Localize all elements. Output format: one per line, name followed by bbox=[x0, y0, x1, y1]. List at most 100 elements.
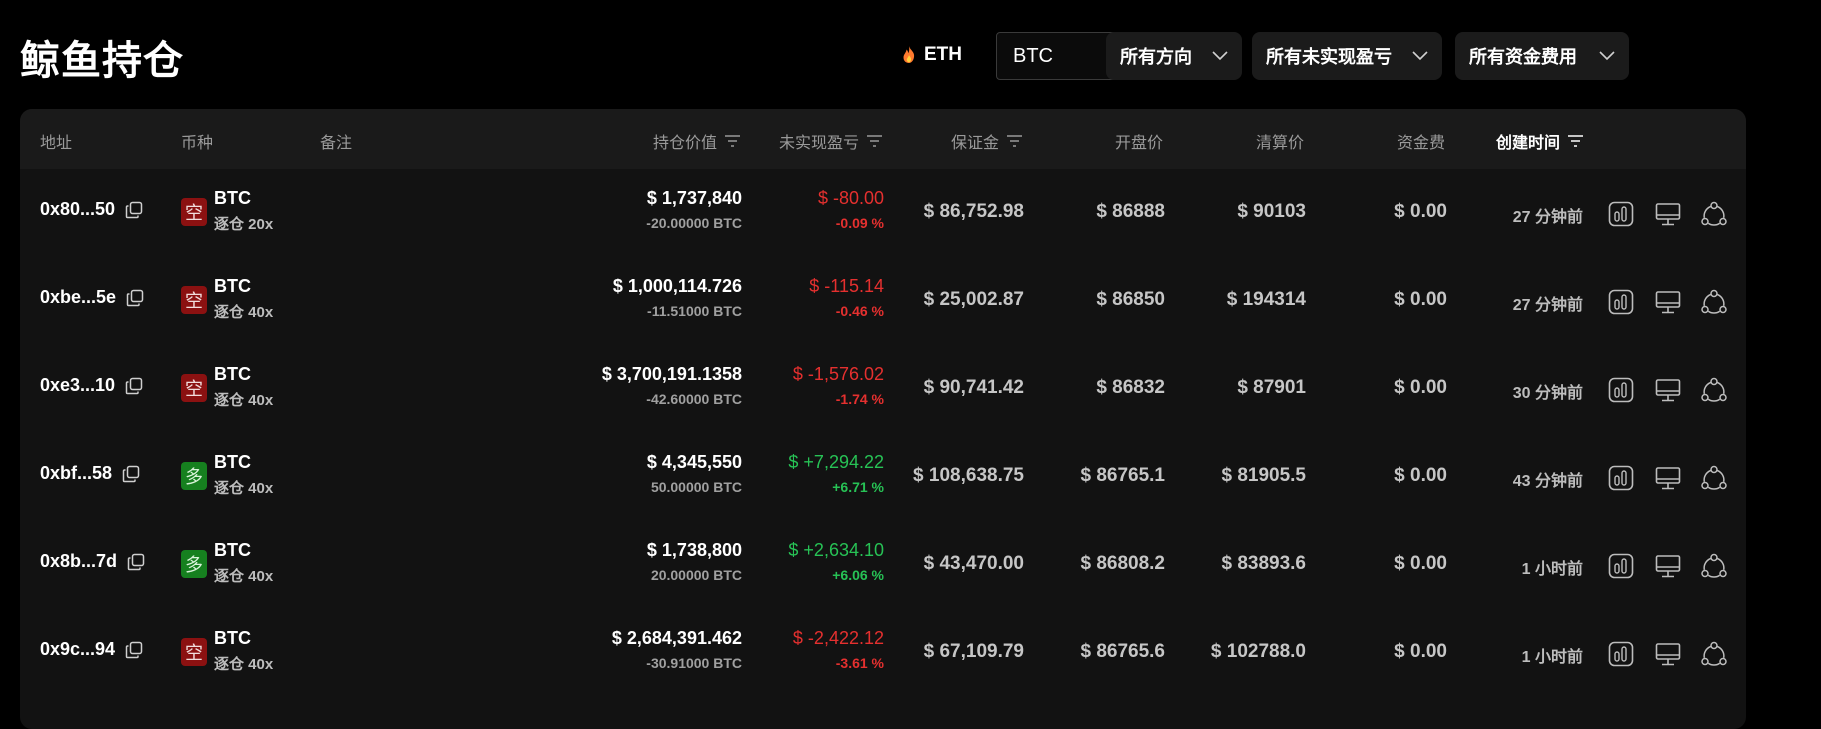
leverage-text: 逐仓 40x bbox=[214, 480, 274, 497]
share-icon[interactable] bbox=[1701, 553, 1727, 579]
pnl-filter-label: 所有未实现盈亏 bbox=[1266, 47, 1392, 67]
unrealized-pnl: $ +7,294.22 bbox=[788, 452, 884, 472]
monitor-icon[interactable] bbox=[1655, 641, 1681, 667]
monitor-icon[interactable] bbox=[1655, 465, 1681, 491]
leverage-text: 逐仓 40x bbox=[214, 656, 274, 673]
table-row[interactable]: 0x9c...94 空 BTC 逐仓 40x $ 2,684,391.462 -30.91… bbox=[20, 609, 1746, 697]
col-coin: 币种 bbox=[181, 135, 214, 152]
side-badge: 空 bbox=[181, 286, 207, 314]
chart-icon[interactable] bbox=[1608, 465, 1634, 491]
open-price: $ 86765.1 bbox=[1080, 465, 1165, 486]
col-created[interactable]: 创建时间 bbox=[1496, 129, 1584, 153]
address-cell[interactable]: 0x8b...7d bbox=[40, 551, 145, 572]
table-row[interactable]: 0xbf...58 多 BTC 逐仓 40x $ 4,345,550 50.00000 B… bbox=[20, 433, 1746, 521]
side-badge: 空 bbox=[181, 198, 207, 226]
created-time: 1 小时前 bbox=[1521, 561, 1583, 578]
chart-icon[interactable] bbox=[1608, 553, 1634, 579]
table-row[interactable]: 0x80...50 空 BTC 逐仓 20x $ 1,737,840 -20.00000 … bbox=[20, 169, 1746, 257]
pnl-filter[interactable]: 所有未实现盈亏 bbox=[1252, 32, 1442, 80]
col-unrealized-pnl[interactable]: 未实现盈亏 bbox=[779, 129, 882, 153]
eth-link[interactable]: ETH bbox=[902, 44, 962, 66]
monitor-icon[interactable] bbox=[1655, 201, 1681, 227]
table-row[interactable]: 0xbe...5e 空 BTC 逐仓 40x $ 1,000,114.726 -11.51… bbox=[20, 257, 1746, 345]
share-icon[interactable] bbox=[1701, 641, 1727, 667]
chart-icon[interactable] bbox=[1608, 289, 1634, 315]
table-header: 地址 币种 备注 持仓价值 未实现盈亏 保证金 开盘价 清算价 资金费 创建时间 bbox=[20, 109, 1746, 169]
margin-value: $ 43,470.00 bbox=[923, 553, 1024, 574]
direction-filter[interactable]: 所有方向 bbox=[1106, 32, 1242, 80]
share-icon[interactable] bbox=[1701, 201, 1727, 227]
copy-icon[interactable] bbox=[126, 289, 144, 307]
coin-symbol: BTC bbox=[214, 276, 251, 296]
leverage-text: 逐仓 40x bbox=[214, 392, 274, 409]
unrealized-pnl-pct: -3.61 % bbox=[835, 655, 884, 671]
share-icon[interactable] bbox=[1701, 289, 1727, 315]
position-size: -42.60000 BTC bbox=[646, 391, 742, 407]
funding-fee: $ 0.00 bbox=[1394, 377, 1447, 398]
address-cell[interactable]: 0xe3...10 bbox=[40, 375, 143, 396]
copy-icon[interactable] bbox=[127, 553, 145, 571]
open-price: $ 86888 bbox=[1096, 201, 1165, 222]
share-icon[interactable] bbox=[1701, 377, 1727, 403]
open-price: $ 86765.6 bbox=[1080, 641, 1165, 662]
address-cell[interactable]: 0x80...50 bbox=[40, 199, 143, 220]
monitor-icon[interactable] bbox=[1655, 553, 1681, 579]
table-row[interactable]: 0x8b...7d 多 BTC 逐仓 40x $ 1,738,800 20.00000 B… bbox=[20, 521, 1746, 609]
copy-icon[interactable] bbox=[125, 377, 143, 395]
margin-value: $ 86,752.98 bbox=[923, 201, 1024, 222]
share-icon[interactable] bbox=[1701, 465, 1727, 491]
copy-icon[interactable] bbox=[125, 201, 143, 219]
col-position-value[interactable]: 持仓价值 bbox=[653, 129, 740, 153]
unrealized-pnl: $ -2,422.12 bbox=[792, 628, 884, 648]
unrealized-pnl-pct: -0.09 % bbox=[835, 215, 884, 231]
liq-price: $ 81905.5 bbox=[1221, 465, 1306, 486]
open-price: $ 86850 bbox=[1096, 289, 1165, 310]
col-margin[interactable]: 保证金 bbox=[951, 129, 1022, 153]
position-value: $ 3,700,191.1358 bbox=[601, 364, 742, 384]
flame-icon bbox=[903, 46, 915, 63]
address-cell[interactable]: 0x9c...94 bbox=[40, 639, 143, 660]
col-unrealized-pnl-label: 未实现盈亏 bbox=[778, 135, 859, 152]
chevron-down-icon bbox=[1412, 51, 1428, 61]
copy-icon[interactable] bbox=[122, 465, 140, 483]
leverage-text: 逐仓 40x bbox=[214, 568, 274, 585]
position-value: $ 1,737,840 bbox=[646, 188, 742, 208]
address-text: 0x9c...94 bbox=[40, 639, 116, 659]
open-price: $ 86808.2 bbox=[1080, 553, 1165, 574]
funding-filter[interactable]: 所有资金费用 bbox=[1455, 32, 1629, 80]
table-row[interactable]: 0xe3...10 空 BTC 逐仓 40x $ 3,700,191.1358 -42.6… bbox=[20, 345, 1746, 433]
unrealized-pnl-pct: +6.06 % bbox=[832, 567, 884, 583]
whale-positions-table: 地址 币种 备注 持仓价值 未实现盈亏 保证金 开盘价 清算价 资金费 创建时间… bbox=[20, 109, 1746, 729]
side-badge: 多 bbox=[181, 550, 207, 578]
position-value: $ 4,345,550 bbox=[646, 452, 742, 472]
address-text: 0x8b...7d bbox=[40, 551, 118, 571]
sort-icon bbox=[725, 135, 740, 147]
margin-value: $ 25,002.87 bbox=[923, 289, 1024, 310]
margin-value: $ 90,741.42 bbox=[923, 377, 1024, 398]
address-cell[interactable]: 0xbf...58 bbox=[40, 463, 140, 484]
col-position-value-label: 持仓价值 bbox=[652, 135, 717, 152]
copy-icon[interactable] bbox=[125, 641, 143, 659]
col-liq-price: 清算价 bbox=[1255, 135, 1304, 152]
leverage-text: 逐仓 20x bbox=[214, 216, 274, 233]
chevron-down-icon bbox=[1599, 51, 1615, 61]
chart-icon[interactable] bbox=[1608, 201, 1634, 227]
coin-symbol: BTC bbox=[214, 364, 251, 384]
chart-icon[interactable] bbox=[1608, 641, 1634, 667]
col-funding: 资金费 bbox=[1396, 135, 1445, 152]
coin-symbol: BTC bbox=[214, 628, 251, 648]
unrealized-pnl: $ -80.00 bbox=[817, 188, 884, 208]
unrealized-pnl: $ -1,576.02 bbox=[792, 364, 884, 384]
monitor-icon[interactable] bbox=[1655, 289, 1681, 315]
address-cell[interactable]: 0xbe...5e bbox=[40, 287, 144, 308]
address-text: 0xbe...5e bbox=[40, 287, 117, 307]
address-text: 0xbf...58 bbox=[40, 463, 113, 483]
side-badge: 空 bbox=[181, 638, 207, 666]
position-size: -11.51000 BTC bbox=[647, 303, 742, 319]
monitor-icon[interactable] bbox=[1655, 377, 1681, 403]
liq-price: $ 102788.0 bbox=[1210, 641, 1306, 662]
chart-icon[interactable] bbox=[1608, 377, 1634, 403]
page-title: 鲸鱼持仓 bbox=[20, 39, 184, 83]
position-size: 50.00000 BTC bbox=[650, 479, 742, 495]
created-time: 27 分钟前 bbox=[1512, 297, 1583, 314]
